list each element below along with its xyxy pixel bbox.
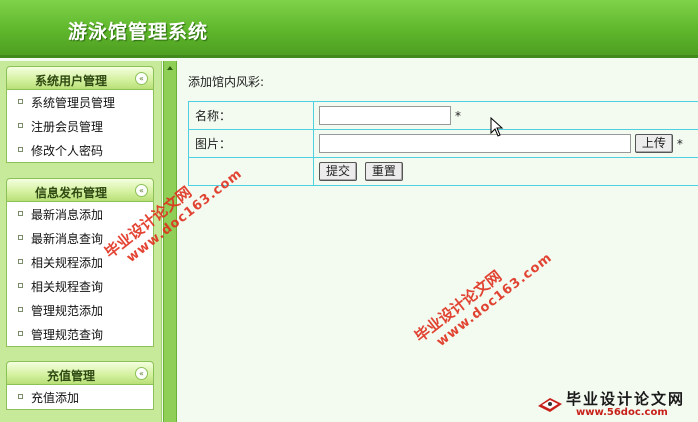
bullet-icon xyxy=(18,283,23,288)
form-row-name: 名称： * xyxy=(188,101,698,130)
panel-body: 系统管理员管理 注册会员管理 修改个人密码 xyxy=(6,90,154,163)
sidebar-item-label: 相关规程查询 xyxy=(31,280,104,294)
main-content: 添加馆内风彩: 名称： * 图片： 上传 * 提交 重置 xyxy=(178,61,698,422)
panel-header[interactable]: 系统用户管理 « xyxy=(6,66,154,90)
collapse-arrow-icon[interactable] xyxy=(167,66,173,70)
collapse-icon[interactable]: « xyxy=(135,72,148,85)
panel-title: 充值管理 xyxy=(46,369,95,383)
panel-title: 系统用户管理 xyxy=(34,74,107,88)
required-mark: * xyxy=(676,136,683,151)
sidebar-item-change-password[interactable]: 修改个人密码 xyxy=(7,138,153,162)
logo-mark-icon xyxy=(538,398,562,412)
panel-header[interactable]: 信息发布管理 « xyxy=(6,178,154,202)
sidebar-item-label: 最新消息添加 xyxy=(31,208,104,222)
panel-recharge: 充值管理 « 充值添加 xyxy=(6,361,154,410)
bullet-icon xyxy=(18,394,23,399)
upload-button[interactable]: 上传 xyxy=(634,134,673,153)
required-mark: * xyxy=(455,108,461,123)
logo-text: 毕业设计论文网 xyxy=(566,390,686,408)
name-input[interactable] xyxy=(319,106,451,125)
form-row-actions: 提交 重置 xyxy=(188,157,698,186)
image-file-input[interactable] xyxy=(319,134,631,153)
image-label: 图片： xyxy=(188,129,314,158)
bullet-icon xyxy=(18,307,23,312)
name-label: 名称： xyxy=(188,101,314,130)
sidebar-item-admin-manage[interactable]: 系统管理员管理 xyxy=(7,90,153,114)
sidebar-item-label: 注册会员管理 xyxy=(31,120,104,134)
bullet-icon xyxy=(18,235,23,240)
app-header: 游泳馆管理系统 xyxy=(0,0,698,58)
sidebar-item-norms-query[interactable]: 管理规范查询 xyxy=(7,322,153,346)
bullet-icon xyxy=(18,147,23,152)
add-gallery-form: 名称： * 图片： 上传 * 提交 重置 xyxy=(188,101,698,186)
panel-user-management: 系统用户管理 « 系统管理员管理 注册会员管理 修改个人密码 xyxy=(6,66,154,163)
panel-header[interactable]: 充值管理 « xyxy=(6,361,154,385)
bullet-icon xyxy=(18,259,23,264)
logo-url: www.56doc.com xyxy=(576,407,668,418)
sidebar-item-label: 管理规范查询 xyxy=(31,328,104,342)
sidebar-item-norms-add[interactable]: 管理规范添加 xyxy=(7,298,153,322)
page-title: 添加馆内风彩: xyxy=(188,75,265,89)
collapse-icon[interactable]: « xyxy=(135,367,148,380)
sidebar-item-member-manage[interactable]: 注册会员管理 xyxy=(7,114,153,138)
bullet-icon xyxy=(18,331,23,336)
sidebar-item-label: 相关规程添加 xyxy=(31,256,104,270)
sidebar-splitter[interactable] xyxy=(163,61,177,422)
mouse-pointer-icon xyxy=(490,117,504,137)
app-title: 游泳馆管理系统 xyxy=(68,21,209,43)
collapse-icon[interactable]: « xyxy=(135,184,148,197)
sidebar-item-label: 系统管理员管理 xyxy=(31,96,116,110)
panel-title: 信息发布管理 xyxy=(34,186,107,200)
sidebar-item-label: 修改个人密码 xyxy=(31,144,104,158)
sidebar-item-recharge-add[interactable]: 充值添加 xyxy=(7,385,153,409)
bullet-icon xyxy=(18,211,23,216)
submit-button[interactable]: 提交 xyxy=(319,162,358,181)
form-row-image: 图片： 上传 * xyxy=(188,129,698,158)
site-logo: 毕业设计论文网 www.56doc.com xyxy=(536,388,696,420)
reset-button[interactable]: 重置 xyxy=(364,162,403,181)
sidebar-item-label: 管理规范添加 xyxy=(31,304,104,318)
panel-body: 充值添加 xyxy=(6,385,154,410)
bullet-icon xyxy=(18,123,23,128)
sidebar-item-label: 充值添加 xyxy=(31,391,80,405)
bullet-icon xyxy=(18,99,23,104)
sidebar-item-rules-query[interactable]: 相关规程查询 xyxy=(7,274,153,298)
sidebar-item-label: 最新消息查询 xyxy=(31,232,104,246)
